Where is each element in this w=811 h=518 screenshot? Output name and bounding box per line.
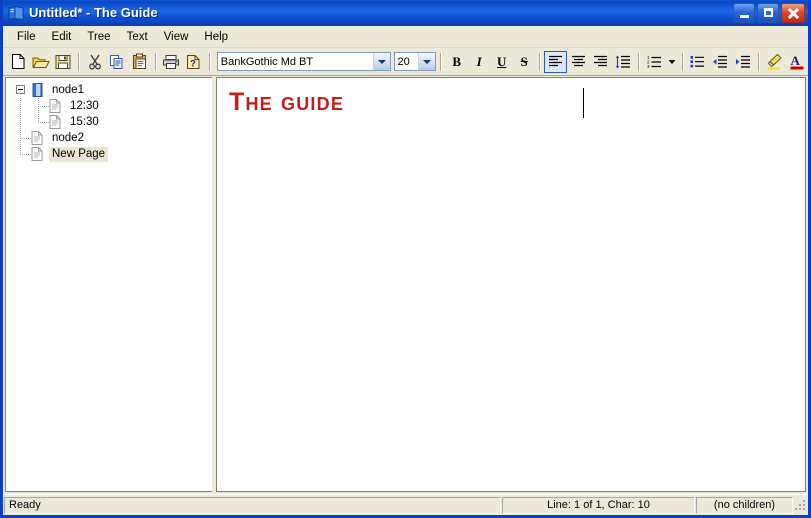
text-caret [583, 88, 584, 118]
toolbar-separator [154, 52, 156, 71]
chevron-down-icon[interactable] [418, 53, 436, 70]
tree-indent-guide [30, 98, 50, 114]
bullet-list-icon[interactable] [686, 51, 708, 73]
font-size-combo[interactable]: 20 [393, 52, 437, 71]
tree-indent-guide [12, 98, 30, 114]
align-right-icon[interactable] [589, 51, 611, 73]
book-icon [7, 4, 25, 22]
numbered-list-icon[interactable]: 1 2 3 [643, 51, 665, 73]
tree-item-label: 12:30 [70, 99, 99, 112]
font-family-value: BankGothic Md BT [220, 55, 314, 68]
copy-icon[interactable] [106, 51, 128, 73]
tree-item-label: 15:30 [70, 115, 99, 128]
print-icon[interactable] [160, 51, 182, 73]
collapse-icon[interactable] [16, 85, 25, 94]
menu-item-edit[interactable]: Edit [44, 28, 80, 46]
numbered-list-dropdown-icon[interactable] [666, 51, 678, 73]
decrease-indent-icon[interactable] [709, 51, 731, 73]
tree-item-1530[interactable]: 15:30 [12, 114, 212, 130]
editor-content[interactable]: The guide [229, 88, 344, 117]
toolbar-separator [208, 52, 210, 71]
toolbar: ? BankGothic Md BT 20 B I U S 1 2 3 A [3, 48, 808, 76]
status-message: Ready [4, 496, 501, 514]
italic-label: I [476, 54, 482, 69]
menu-item-tree[interactable]: Tree [79, 28, 118, 46]
status-children-count: (no children) [696, 496, 793, 514]
application-window: Untitled* - The Guide File Edit Tree Tex… [0, 0, 811, 518]
align-left-icon[interactable] [544, 50, 567, 73]
italic-icon[interactable]: I [468, 51, 490, 73]
tree-view[interactable]: node1 12:30 15:30 node2 New Page [6, 78, 212, 162]
title-bar: Untitled* - The Guide [3, 0, 808, 26]
minimize-button[interactable] [733, 3, 755, 23]
font-size-value: 20 [397, 55, 410, 68]
strikethrough-icon[interactable]: S [513, 51, 535, 73]
toolbar-separator [638, 52, 640, 71]
tree-item-label: node2 [52, 131, 84, 144]
toolbar-separator [440, 52, 442, 71]
paste-icon[interactable] [128, 51, 150, 73]
svg-text:3: 3 [647, 64, 650, 68]
svg-text:?: ? [190, 58, 196, 68]
tree-item-new-page[interactable]: New Page [12, 146, 212, 162]
page-icon [30, 130, 46, 146]
maximize-button[interactable] [757, 3, 779, 23]
status-cursor-position: Line: 1 of 1, Char: 10 [502, 496, 695, 514]
align-center-icon[interactable] [567, 51, 589, 73]
tree-indent-guide [12, 130, 32, 146]
line-spacing-icon[interactable] [612, 51, 634, 73]
cut-icon[interactable] [83, 51, 105, 73]
menu-bar: File Edit Tree Text View Help [3, 26, 808, 48]
tree-indent-guide [30, 114, 50, 130]
tree-item-node2[interactable]: node2 [12, 130, 212, 146]
chevron-down-icon[interactable] [372, 53, 390, 70]
tree-expander-cell [12, 82, 30, 98]
toolbar-separator [78, 52, 80, 71]
book-icon [30, 82, 46, 98]
text-editor[interactable]: The guide [216, 77, 806, 492]
menu-item-text[interactable]: Text [119, 28, 156, 46]
status-bar: Ready Line: 1 of 1, Char: 10 (no childre… [3, 494, 808, 515]
page-icon [48, 98, 64, 114]
underline-label: U [496, 54, 507, 69]
strikethrough-label: S [520, 54, 528, 69]
resize-grip[interactable] [794, 497, 808, 513]
bold-icon[interactable]: B [445, 51, 467, 73]
toolbar-separator [539, 52, 541, 71]
tree-indent-guide [12, 146, 32, 162]
main-area: node1 12:30 15:30 node2 New Page The gui… [3, 76, 808, 494]
underline-icon[interactable]: U [490, 51, 512, 73]
tree-item-label: New Page [49, 146, 109, 162]
save-icon[interactable] [52, 51, 74, 73]
tree-item-node1[interactable]: node1 [12, 82, 212, 98]
highlight-color-icon[interactable] [763, 51, 785, 73]
bold-label: B [452, 54, 462, 69]
menu-item-view[interactable]: View [156, 28, 197, 46]
font-family-combo[interactable]: BankGothic Md BT [216, 52, 391, 71]
help-icon[interactable]: ? [182, 51, 204, 73]
tree-item-1230[interactable]: 12:30 [12, 98, 212, 114]
close-button[interactable] [781, 3, 805, 23]
tree-item-label: node1 [52, 83, 84, 96]
page-icon [30, 146, 46, 162]
increase-indent-icon[interactable] [731, 51, 753, 73]
new-file-icon[interactable] [7, 51, 29, 73]
font-color-icon[interactable]: A [785, 51, 807, 73]
page-icon [48, 114, 64, 130]
window-controls [733, 3, 805, 23]
menu-item-help[interactable]: Help [196, 28, 236, 46]
tree-indent-guide [12, 114, 30, 130]
toolbar-separator [681, 52, 683, 71]
menu-item-file[interactable]: File [9, 28, 44, 46]
tree-panel[interactable]: node1 12:30 15:30 node2 New Page [5, 77, 212, 492]
toolbar-separator [757, 52, 759, 71]
svg-text:A: A [790, 53, 800, 68]
open-folder-icon[interactable] [29, 51, 51, 73]
window-title: Untitled* - The Guide [29, 5, 158, 20]
